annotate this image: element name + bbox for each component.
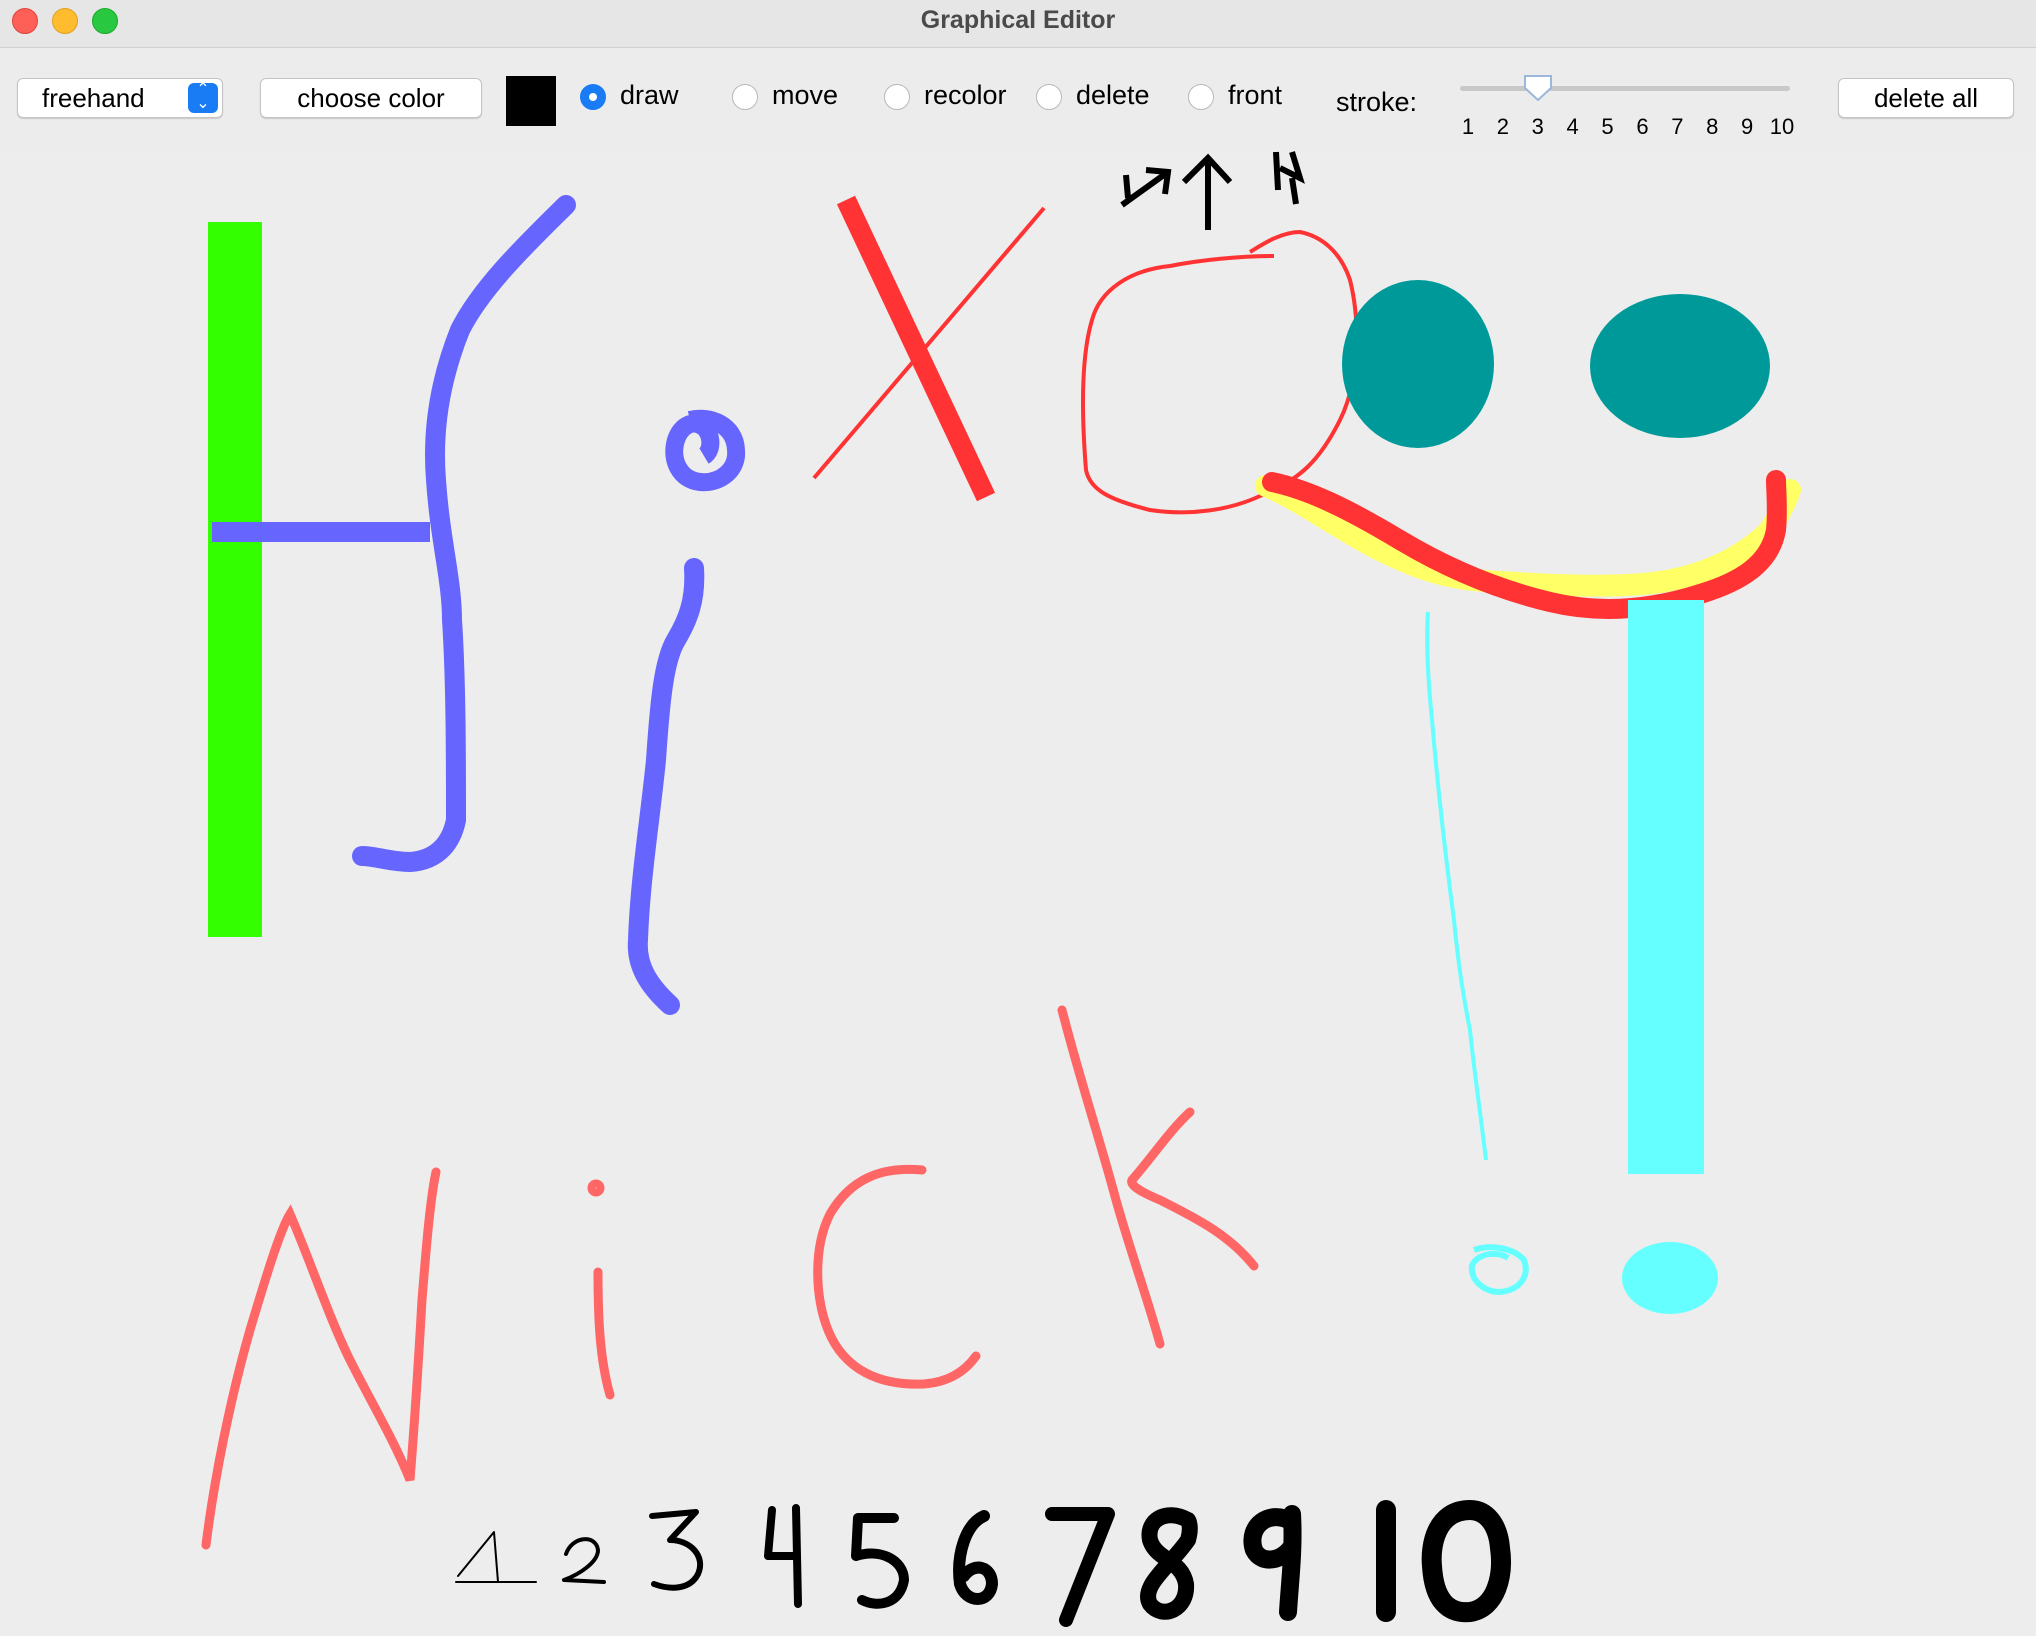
slider-tick-label: 7 [1671,114,1684,139]
toolbar: freehand ⌃ ⌄ choose color draw move recol… [0,48,2036,148]
salmon-letter-i-dot[interactable] [587,1179,605,1197]
slider-tick-label: 8 [1706,114,1719,139]
mode-draw-label: draw [620,80,679,110]
slider-thumb[interactable] [1522,74,1554,102]
mode-move-label: move [772,80,839,110]
choose-color-button[interactable]: choose color [260,78,482,118]
window-title: Graphical Editor [920,6,1116,34]
radio-button-icon[interactable] [1036,84,1062,110]
slider-ticks: 1 2 3 4 5 6 7 8 9 10 [1458,114,1798,144]
current-color-swatch [506,76,556,126]
teal-eye-left[interactable] [1342,280,1494,448]
teal-eye-right[interactable] [1590,294,1770,438]
shape-type-value: freehand [42,83,145,113]
slider-tick-label: 4 [1566,114,1579,139]
mode-front-label: front [1228,80,1283,110]
delete-all-button[interactable]: delete all [1838,78,2014,118]
slider-tick-label: 3 [1531,114,1544,139]
mode-recolor-label: recolor [924,80,1007,110]
radio-button-icon[interactable] [884,84,910,110]
drawing-canvas[interactable] [0,150,2036,1636]
slider-tick-label: 9 [1740,114,1754,139]
cyan-rectangle[interactable] [1628,600,1704,1174]
stroke-label: stroke: [1336,87,1418,117]
slider-track[interactable] [1460,86,1790,91]
radio-button-icon[interactable] [1188,84,1214,110]
mode-delete-label: delete [1076,80,1150,110]
cyan-oval-dot[interactable] [1622,1242,1718,1314]
shape-type-select[interactable]: freehand ⌃ ⌄ [17,78,223,118]
blue-crossbar-line[interactable] [212,522,430,542]
slider-tick-label: 1 [1461,114,1475,139]
slider-tick-label: 10 [1769,114,1795,139]
up-down-chevron-icon: ⌃ ⌄ [188,82,218,113]
radio-button-icon[interactable] [580,84,606,110]
radio-button-icon[interactable] [732,84,758,110]
slider-tick-label: 2 [1496,114,1509,139]
green-rectangle[interactable] [208,222,262,937]
title-bar: Graphical Editor [0,0,2036,48]
slider-tick-label: 5 [1601,114,1614,139]
stroke-slider[interactable]: 1 2 3 4 5 6 7 8 9 10 [1458,68,1798,148]
slider-tick-label: 6 [1636,114,1649,139]
